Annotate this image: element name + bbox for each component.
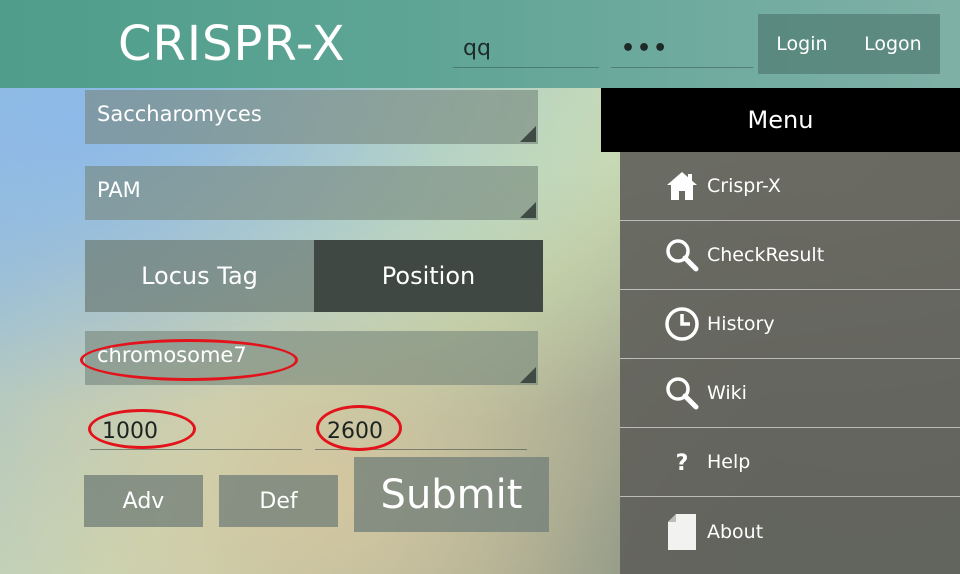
search-icon [660,233,704,277]
clock-icon [660,302,704,346]
side-menu: Crispr-X CheckResult History Wiki ? Help… [620,152,960,574]
menu-item-wiki[interactable]: Wiki [620,359,960,428]
menu-item-label: CheckResult [707,244,825,266]
end-position-input[interactable] [315,408,527,450]
search-icon [660,371,704,415]
login-button[interactable]: Login [772,27,831,61]
pam-select-value: PAM [97,178,141,202]
menu-item-crispr-x[interactable]: Crispr-X [620,152,960,221]
username-input[interactable] [453,30,599,68]
menu-item-about[interactable]: About [620,497,960,566]
menu-item-label: Wiki [707,382,747,404]
password-input[interactable] [611,30,753,68]
dropdown-corner-icon [520,126,536,142]
adv-button[interactable]: Adv [84,475,203,527]
menu-item-label: About [707,520,764,543]
chromosome-select[interactable]: chromosome7 [85,331,538,385]
def-button[interactable]: Def [219,475,338,527]
logon-button[interactable]: Logon [860,27,926,61]
dropdown-corner-icon [520,202,536,218]
menu-item-checkresult[interactable]: CheckResult [620,221,960,290]
tab-position[interactable]: Position [314,240,543,312]
start-position-input[interactable] [90,408,302,450]
menu-item-label: Crispr-X [707,175,781,197]
dropdown-corner-icon [520,367,536,383]
menu-item-label: Help [707,451,751,473]
chromosome-select-value: chromosome7 [97,343,247,367]
menu-item-history[interactable]: History [620,290,960,359]
pam-select[interactable]: PAM [85,166,538,220]
tab-locus-tag[interactable]: Locus Tag [85,240,314,312]
submit-button[interactable]: Submit [354,457,549,532]
document-icon [660,510,704,554]
menu-item-help[interactable]: ? Help [620,428,960,497]
menu-header: Menu [601,88,960,152]
species-select-value: Saccharomyces [97,102,262,126]
top-bar: CRISPR-X Login Logon [0,0,960,88]
species-select[interactable]: Saccharomyces [85,90,538,144]
auth-buttons: Login Logon [758,14,940,74]
menu-item-label: History [707,313,775,335]
svg-text:?: ? [676,451,689,476]
app-title: CRISPR-X [118,16,346,72]
question-icon: ? [660,440,704,484]
home-icon [660,164,704,208]
